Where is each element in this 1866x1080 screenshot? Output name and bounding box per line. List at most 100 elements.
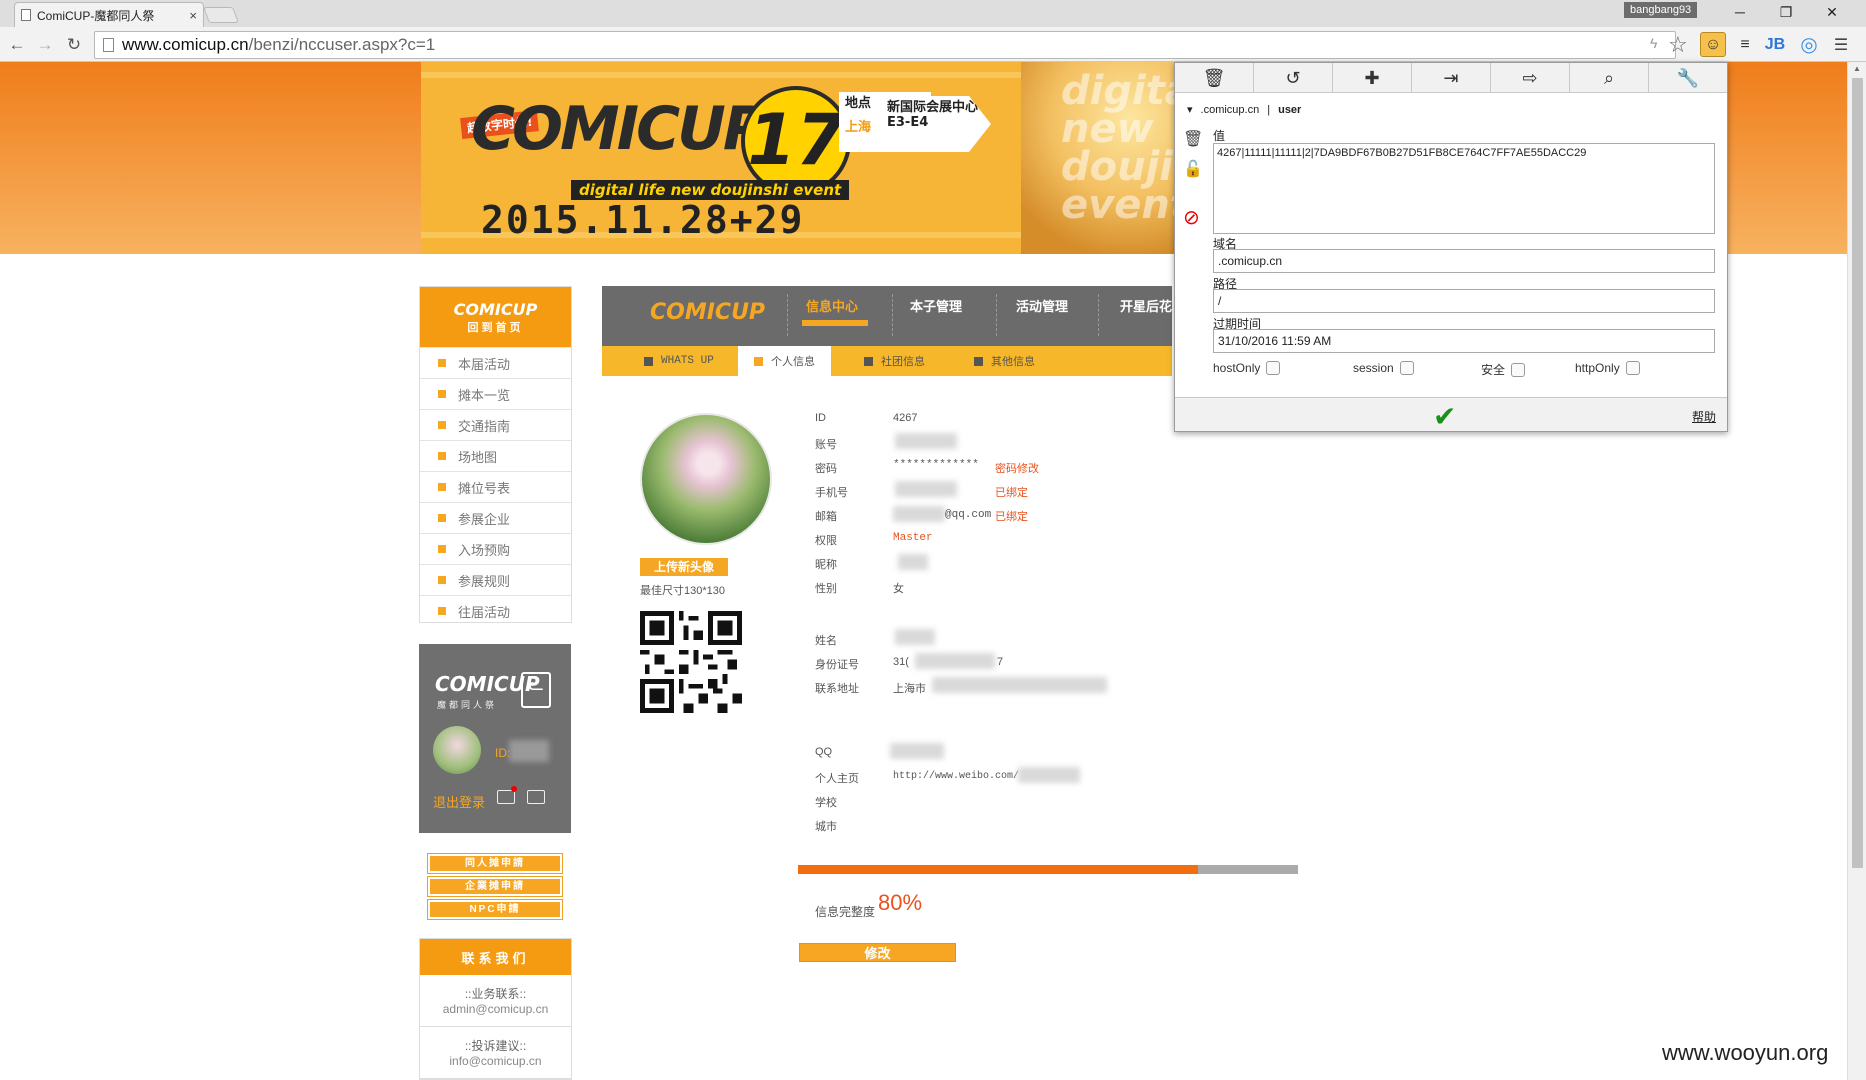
left-nav-label: 参展企业 bbox=[458, 511, 511, 527]
bullet-icon bbox=[438, 452, 446, 460]
tab-close-icon[interactable]: × bbox=[189, 8, 197, 23]
cookie-toolbar: 🗑 ↺ ✚ ⇥ ⇨ ⌕ 🔧 bbox=[1175, 63, 1727, 93]
close-window-icon[interactable]: ✕ bbox=[1814, 2, 1850, 22]
browser-toolbar: ← → ↻ www.comicup.cn /benzi/nccuser.aspx… bbox=[0, 27, 1866, 62]
left-nav-item[interactable]: 入场预购 bbox=[420, 533, 571, 564]
minimize-icon[interactable]: ─ bbox=[1722, 2, 1758, 22]
bullet-icon bbox=[438, 545, 446, 553]
event-banner[interactable]: 超数字时代! COMICUP 17 digital life new douji… bbox=[421, 62, 1201, 254]
profile-badge[interactable]: bangbang93 bbox=[1624, 2, 1698, 18]
jb-extension-icon[interactable]: JB bbox=[1762, 32, 1788, 57]
session-label: session bbox=[1353, 361, 1394, 375]
page-scrollbar[interactable]: ▲ bbox=[1847, 62, 1866, 1080]
redacted-account bbox=[895, 433, 957, 449]
export-icon[interactable]: ⇨ bbox=[1491, 63, 1570, 93]
checkbox-box[interactable] bbox=[1399, 361, 1414, 375]
doujin-apply-button[interactable]: 同人摊申請 bbox=[427, 853, 563, 874]
checkbox-box[interactable] bbox=[1625, 361, 1640, 375]
bullet-icon bbox=[438, 607, 446, 615]
checkbox-box[interactable] bbox=[1511, 362, 1526, 377]
left-nav-item[interactable]: 本届活动 bbox=[420, 347, 571, 378]
block-icon[interactable]: ⊘ bbox=[1183, 205, 1200, 230]
redacted-name bbox=[895, 629, 935, 645]
left-nav-item[interactable]: 参展规则 bbox=[420, 564, 571, 595]
subtab-club-info[interactable]: 社团信息 bbox=[864, 346, 925, 376]
site-logo: COMICUP bbox=[453, 299, 538, 319]
left-nav-item[interactable]: 场地图 bbox=[420, 440, 571, 471]
flash-icon[interactable]: ϟ bbox=[1650, 35, 1657, 51]
circle-extension-icon[interactable]: ◎ bbox=[1796, 32, 1822, 57]
avatar[interactable] bbox=[433, 726, 481, 774]
cookie-name: user bbox=[1278, 103, 1302, 116]
menu-icon[interactable]: ☰ bbox=[1828, 32, 1854, 57]
main-nav-logo[interactable]: COMICUP bbox=[650, 300, 765, 325]
trash-icon[interactable]: 🗑 bbox=[1175, 63, 1254, 93]
left-nav-item[interactable]: 摊位号表 bbox=[420, 471, 571, 502]
browser-tab[interactable]: ComiCUP-魔都同人祭 × bbox=[14, 2, 204, 27]
nav-book-manage[interactable]: 本子管理 bbox=[910, 296, 962, 315]
nav-separator bbox=[787, 294, 788, 336]
business-email[interactable]: admin@comicup.cn bbox=[443, 1002, 549, 1016]
expiry-input[interactable] bbox=[1213, 329, 1715, 353]
search-icon[interactable]: ⌕ bbox=[1570, 63, 1649, 93]
subtab-whats-up[interactable]: WHATS UP bbox=[644, 346, 714, 376]
hostonly-checkbox[interactable]: hostOnly bbox=[1213, 361, 1281, 375]
scroll-thumb[interactable] bbox=[1852, 78, 1863, 868]
left-nav-item[interactable]: 交通指南 bbox=[420, 409, 571, 440]
delete-cookie-icon[interactable]: 🗑 bbox=[1183, 129, 1203, 149]
nav-garden[interactable]: 开星后花 bbox=[1120, 296, 1172, 315]
complaint-email[interactable]: info@comicup.cn bbox=[449, 1054, 541, 1068]
back-icon[interactable]: ← bbox=[6, 35, 28, 55]
bookmark-star-icon[interactable]: ☆ bbox=[1668, 32, 1688, 58]
edit-profile-button[interactable]: 修改 bbox=[799, 943, 956, 962]
httponly-checkbox[interactable]: httpOnly bbox=[1575, 361, 1640, 375]
npc-apply-button[interactable]: NPC申請 bbox=[427, 899, 563, 920]
address-bar[interactable]: www.comicup.cn /benzi/nccuser.aspx?c=1 bbox=[94, 31, 1676, 59]
import-icon[interactable]: ⇥ bbox=[1412, 63, 1491, 93]
email-bound-link[interactable]: 已绑定 bbox=[995, 508, 1028, 524]
secure-checkbox[interactable]: 安全 bbox=[1481, 361, 1526, 378]
scroll-up-icon[interactable]: ▲ bbox=[1853, 64, 1861, 73]
cookie-value-textarea[interactable]: 4267|11111|11111|2|7DA9BDF67B0B27D51FB8C… bbox=[1213, 143, 1715, 234]
cookie-domain: .comicup.cn bbox=[1200, 103, 1260, 116]
cookie-extension-icon[interactable]: ☺ bbox=[1700, 32, 1726, 57]
reset-icon[interactable]: ↺ bbox=[1254, 63, 1333, 93]
field-label-city: 城市 bbox=[815, 821, 837, 833]
logout-link[interactable]: 退出登录 bbox=[433, 792, 485, 811]
message-icon[interactable] bbox=[497, 790, 515, 804]
upload-avatar-button[interactable]: 上传新头像 bbox=[640, 558, 728, 576]
mail-icon[interactable] bbox=[527, 790, 545, 804]
save-checkmark-icon[interactable]: ✔ bbox=[1433, 400, 1456, 433]
left-nav-item[interactable]: 往届活动 bbox=[420, 595, 571, 626]
field-value-homepage[interactable]: http://www.weibo.com/ bbox=[893, 771, 1019, 782]
help-link[interactable]: 帮助 bbox=[1692, 408, 1716, 425]
company-apply-button[interactable]: 企業摊申請 bbox=[427, 876, 563, 897]
cookie-breadcrumb[interactable]: ▾ .comicup.cn | user bbox=[1187, 103, 1302, 117]
bullet-icon bbox=[438, 359, 446, 367]
field-value-id: 4267 bbox=[893, 412, 918, 424]
phone-bound-link[interactable]: 已绑定 bbox=[995, 484, 1028, 500]
subtab-other-info[interactable]: 其他信息 bbox=[974, 346, 1035, 376]
wrench-icon[interactable]: 🔧 bbox=[1649, 63, 1727, 93]
nav-event-manage[interactable]: 活动管理 bbox=[1016, 296, 1068, 315]
change-password-link[interactable]: 密码修改 bbox=[995, 460, 1039, 476]
domain-input[interactable] bbox=[1213, 249, 1715, 273]
redacted-qq bbox=[890, 743, 944, 759]
subtab-personal-info[interactable]: 个人信息 bbox=[738, 346, 831, 376]
restore-icon[interactable]: ❐ bbox=[1768, 2, 1804, 22]
nav-info-center[interactable]: 信息中心 bbox=[806, 296, 858, 315]
checkbox-box[interactable] bbox=[1266, 361, 1281, 375]
collapse-triangle-icon[interactable]: ▾ bbox=[1187, 103, 1193, 116]
add-icon[interactable]: ✚ bbox=[1333, 63, 1412, 93]
path-input[interactable] bbox=[1213, 289, 1715, 313]
left-nav-item[interactable]: 摊本一览 bbox=[420, 378, 571, 409]
unlock-icon[interactable]: 🔓 bbox=[1183, 159, 1203, 179]
reload-icon[interactable]: ↻ bbox=[63, 35, 85, 55]
new-tab-button[interactable] bbox=[203, 7, 239, 23]
left-nav-item[interactable]: 参展企业 bbox=[420, 502, 571, 533]
session-checkbox[interactable]: session bbox=[1353, 361, 1414, 375]
forward-icon[interactable]: → bbox=[34, 35, 56, 55]
home-link[interactable]: COMICUP 回到首页 bbox=[420, 287, 571, 347]
field-label-qq: QQ bbox=[815, 746, 833, 758]
extension-icon[interactable]: ≡ bbox=[1732, 32, 1758, 57]
